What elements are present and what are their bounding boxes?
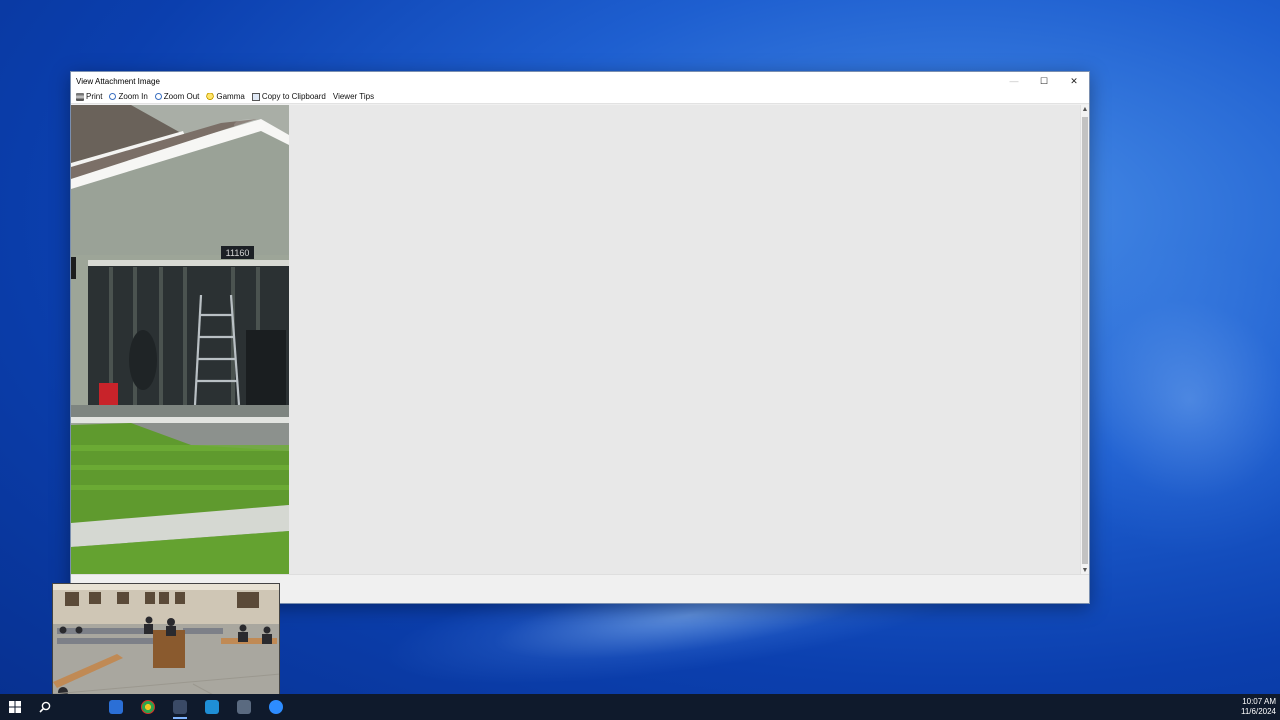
- close-icon: ✕: [1070, 75, 1078, 86]
- clock-date: 11/6/2024: [1241, 707, 1276, 716]
- scroll-up-icon[interactable]: ▲: [1081, 105, 1089, 115]
- start-button[interactable]: [0, 694, 30, 720]
- print-button[interactable]: Print: [76, 92, 102, 101]
- meeting-webcam-feed: [52, 583, 280, 710]
- app-icon: [237, 700, 251, 714]
- house-number-plaque: 11160: [226, 248, 250, 258]
- taskbar-app-3[interactable]: [164, 694, 196, 720]
- attachment-photo: 11160: [71, 105, 289, 576]
- copy-to-clipboard-label: Copy to Clipboard: [261, 92, 326, 101]
- vertical-scroll-thumb[interactable]: [1082, 117, 1088, 564]
- zoom-out-button[interactable]: Zoom Out: [154, 92, 200, 101]
- minimize-icon: —: [1009, 76, 1019, 86]
- search-icon: [39, 701, 51, 713]
- browser-icon: [141, 700, 155, 714]
- zoom-out-icon: [154, 93, 162, 100]
- viewer-tips-button[interactable]: Viewer Tips: [333, 92, 374, 101]
- clock-time: 10:07 AM: [1242, 697, 1276, 706]
- copy-to-clipboard-button[interactable]: Copy to Clipboard: [251, 92, 326, 101]
- taskbar: 10:07 AM 11/6/2024: [0, 694, 1280, 720]
- meeting-room-video: [53, 584, 279, 709]
- gamma-button[interactable]: Gamma: [206, 92, 245, 101]
- zoom-app-icon: [269, 700, 283, 714]
- zoom-in-label: Zoom In: [118, 92, 148, 101]
- system-clock[interactable]: 10:07 AM 11/6/2024: [1241, 697, 1276, 717]
- window-title: View Attachment Image: [76, 76, 160, 86]
- active-indicator: [173, 717, 187, 719]
- taskbar-app-6[interactable]: [260, 694, 292, 720]
- windows-logo-icon: [9, 701, 21, 713]
- gamma-label: Gamma: [216, 92, 245, 101]
- zoom-out-label: Zoom Out: [163, 92, 200, 101]
- image-viewport[interactable]: 11160: [71, 105, 1081, 576]
- vertical-scrollbar[interactable]: ▲ ▼: [1080, 105, 1089, 576]
- print-icon: [76, 92, 84, 101]
- viewer-toolbar: Print Zoom In Zoom Out Gamma Copy to Cli…: [71, 90, 1089, 104]
- app-icon: [205, 700, 219, 714]
- minimize-button[interactable]: —: [999, 72, 1029, 90]
- viewer-tips-label: Viewer Tips: [332, 92, 375, 101]
- zoom-in-button[interactable]: Zoom In: [109, 92, 148, 101]
- clipboard-icon: [251, 92, 260, 101]
- taskbar-app-4[interactable]: [196, 694, 228, 720]
- print-label: Print: [86, 92, 103, 101]
- search-button[interactable]: [30, 694, 60, 720]
- lightbulb-icon: [206, 92, 215, 101]
- window-titlebar[interactable]: View Attachment Image — ☐ ✕: [71, 72, 1089, 90]
- taskbar-app-5[interactable]: [228, 694, 260, 720]
- app-icon: [173, 700, 187, 714]
- close-button[interactable]: ✕: [1059, 72, 1089, 90]
- taskbar-app-1[interactable]: [100, 694, 132, 720]
- maximize-icon: ☐: [1039, 75, 1049, 86]
- taskbar-app-2[interactable]: [132, 694, 164, 720]
- zoom-in-icon: [109, 93, 117, 100]
- house-garage-photo: 11160: [71, 105, 289, 576]
- view-attachment-window: View Attachment Image — ☐ ✕ Print Zoom I…: [70, 71, 1090, 604]
- maximize-button[interactable]: ☐: [1029, 72, 1059, 90]
- app-icon: [109, 700, 123, 714]
